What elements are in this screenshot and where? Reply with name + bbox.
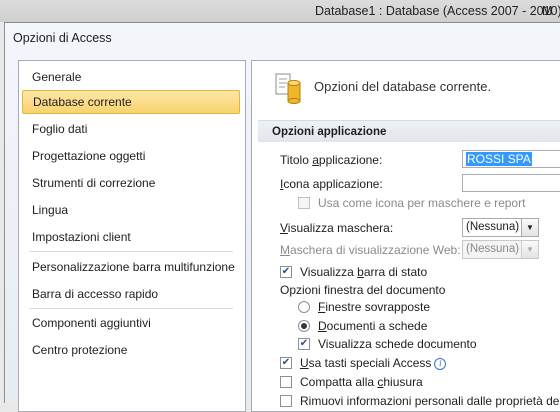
doc-window-label: Opzioni finestra del documento xyxy=(280,283,446,297)
app-title-label: Titolo applicazione: xyxy=(280,153,383,167)
compact-checkbox[interactable] xyxy=(280,376,292,388)
nav-separator xyxy=(29,251,233,252)
nav-item-strumenti-correzione[interactable]: Strumenti di correzione xyxy=(22,171,240,195)
use-icon-checkbox[interactable] xyxy=(298,197,310,209)
web-form-combo[interactable]: (Nessuna) ▼ xyxy=(462,240,539,259)
app-title-value: ROSSI SPA xyxy=(466,152,532,166)
panel-header: Opzioni del database corrente. xyxy=(314,79,492,94)
display-form-combo[interactable]: (Nessuna) ▼ xyxy=(462,218,539,237)
chevron-down-icon[interactable]: ▼ xyxy=(521,241,538,258)
nav-item-progettazione-oggetti[interactable]: Progettazione oggetti xyxy=(22,144,240,168)
background-window-title-extra: M xyxy=(542,4,553,18)
database-options-icon xyxy=(275,73,301,105)
options-nav: Generale Database corrente Foglio dati P… xyxy=(18,60,246,412)
app-title-input[interactable]: ROSSI SPA xyxy=(462,150,560,168)
nav-item-barra-accesso-rapido[interactable]: Barra di accesso rapido xyxy=(22,282,240,306)
overlap-windows-radio[interactable] xyxy=(298,301,310,313)
nav-item-database-corrente[interactable]: Database corrente xyxy=(22,90,240,114)
web-form-value: (Nessuna) xyxy=(466,243,520,255)
info-icon[interactable]: i xyxy=(434,358,447,370)
app-icon-label: Icona applicazione: xyxy=(280,177,383,191)
section-opzioni-applicazione: Opzioni applicazione xyxy=(258,120,560,142)
nav-item-lingua[interactable]: Lingua xyxy=(22,198,240,222)
special-keys-label: Usa tasti speciali Access i xyxy=(300,356,447,370)
special-keys-checkbox[interactable]: ✔ xyxy=(280,357,292,369)
options-panel: Opzioni del database corrente. Opzioni a… xyxy=(251,60,560,412)
nav-item-personalizzazione-barra[interactable]: Personalizzazione barra multifunzione xyxy=(22,255,240,279)
nav-item-componenti-aggiuntivi[interactable]: Componenti aggiuntivi xyxy=(22,311,240,335)
use-icon-label: Usa come icona per maschere e report xyxy=(318,196,526,210)
doc-tabs-label: Visualizza schede documento xyxy=(318,337,477,351)
app-icon-input[interactable] xyxy=(462,174,560,192)
overlap-windows-label: Finestre sovrapposte xyxy=(318,300,431,314)
dialog-title: Opzioni di Access xyxy=(13,31,112,45)
background-window-title: Database1 : Database (Access 2007 - 2010… xyxy=(315,4,560,18)
doc-tabs-checkbox[interactable]: ✔ xyxy=(298,338,310,350)
access-options-dialog: Opzioni di Access Generale Database corr… xyxy=(4,22,560,412)
nav-item-generale[interactable]: Generale xyxy=(22,65,240,89)
web-form-label: Maschera di visualizzazione Web: xyxy=(280,243,461,257)
status-bar-checkbox[interactable]: ✔ xyxy=(280,266,292,278)
tabbed-documents-radio[interactable] xyxy=(298,320,310,332)
status-bar-label: Visualizza barra di stato xyxy=(300,265,428,279)
display-form-value: (Nessuna) xyxy=(466,221,520,233)
display-form-label: Visualizza maschera: xyxy=(280,221,394,235)
remove-info-checkbox[interactable] xyxy=(280,395,292,407)
nav-item-impostazioni-client[interactable]: Impostazioni client xyxy=(22,225,240,249)
tabbed-documents-label: Documenti a schede xyxy=(318,319,428,333)
chevron-down-icon[interactable]: ▼ xyxy=(521,219,538,236)
background-window-titlebar: Database1 : Database (Access 2007 - 2010… xyxy=(0,0,560,22)
nav-item-centro-protezione[interactable]: Centro protezione xyxy=(22,338,240,362)
nav-separator xyxy=(29,308,233,309)
compact-label: Compatta alla chiusura xyxy=(300,375,423,389)
nav-item-foglio-dati[interactable]: Foglio dati xyxy=(22,117,240,141)
remove-info-label: Rimuovi informazioni personali dalle pro… xyxy=(300,394,560,408)
